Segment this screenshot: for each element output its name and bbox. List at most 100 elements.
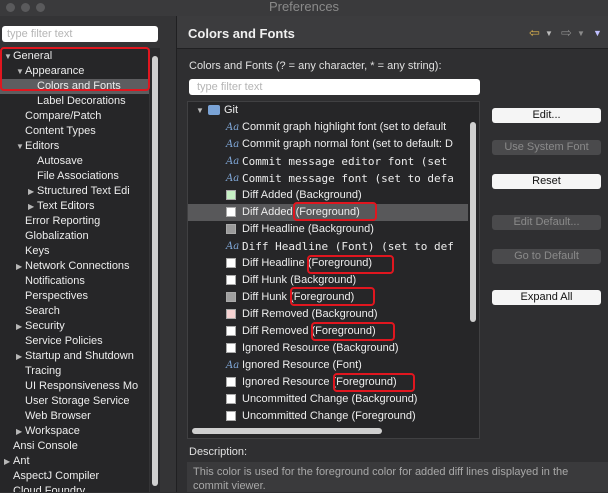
color-preference-row[interactable]: Diff Hunk (Foreground) [188, 289, 468, 306]
tree-item[interactable]: Cloud Foundry [0, 484, 85, 492]
tree-item[interactable]: Colors and Fonts [0, 79, 149, 94]
color-preference-row[interactable]: Diff Removed (Background) [188, 306, 468, 323]
sidebar-scroll-thumb[interactable] [152, 56, 158, 486]
expand-arrow-icon[interactable]: ▼ [196, 102, 204, 119]
expand-all-button[interactable]: Expand All [492, 290, 601, 305]
font-preference-row[interactable]: Aa Commit message editor font (set [188, 153, 468, 170]
tree-item-label: Service Policies [25, 335, 103, 347]
colors-filter-input[interactable]: type filter text [189, 79, 480, 95]
preferences-filter-input[interactable]: type filter text [2, 26, 158, 42]
tree-item[interactable]: Notifications [0, 274, 85, 289]
color-preference-row[interactable]: Diff Added (Foreground) [188, 204, 468, 221]
color-preference-row[interactable]: Ignored Resource (Background) [188, 340, 468, 357]
tree-item-label: Search [25, 305, 60, 317]
tree-item[interactable]: Perspectives [0, 289, 88, 304]
collapsed-arrow-icon[interactable]: ▶ [28, 199, 37, 214]
tree-item[interactable]: Error Reporting [0, 214, 100, 229]
tree-item[interactable]: ▼General [0, 49, 52, 64]
use-system-font-button[interactable]: Use System Font [492, 140, 601, 155]
tree-item[interactable]: AspectJ Compiler [0, 469, 99, 484]
minimize-window-button[interactable] [21, 3, 30, 12]
tree-item[interactable]: File Associations [0, 169, 119, 184]
list-horizontal-scrollbar[interactable] [188, 426, 479, 436]
tree-item[interactable]: User Storage Service [0, 394, 130, 409]
color-preference-row[interactable]: Diff Removed (Foreground) [188, 323, 468, 340]
view-menu-icon[interactable]: ▼ [593, 28, 602, 38]
font-preference-row[interactable]: Aa Commit message font (set to defa [188, 170, 468, 187]
forward-menu-chevron-icon[interactable]: ▼ [577, 29, 585, 38]
tree-item[interactable]: UI Responsiveness Mo [0, 379, 138, 394]
tree-item[interactable]: Search [0, 304, 60, 319]
zoom-window-button[interactable] [36, 3, 45, 12]
close-window-button[interactable] [6, 3, 15, 12]
expanded-arrow-icon[interactable]: ▼ [16, 64, 25, 79]
tree-item[interactable]: ▶ Security [0, 319, 65, 334]
tree-item[interactable]: ▼Editors [0, 139, 59, 154]
font-preference-row[interactable]: Aa Ignored Resource (Font) [188, 357, 468, 374]
tree-item-label: Label Decorations [37, 95, 126, 107]
expanded-arrow-icon[interactable]: ▼ [16, 139, 25, 154]
tree-item[interactable]: Web Browser [0, 409, 91, 424]
tree-item-label: Structured Text Edi [37, 185, 130, 197]
color-preference-row[interactable]: Uncommitted Change (Background) [188, 391, 468, 408]
preference-label: Diff Removed (Background) [242, 308, 378, 320]
back-icon[interactable]: ⇦ [529, 25, 540, 41]
category-row-git[interactable]: ▼ Git [188, 102, 468, 119]
collapsed-arrow-icon[interactable]: ▶ [4, 454, 13, 469]
edit-default-button[interactable]: Edit Default... [492, 215, 601, 230]
tree-item[interactable]: Service Policies [0, 334, 103, 349]
tree-item[interactable]: ▶ Startup and Shutdown [0, 349, 134, 364]
tree-item[interactable]: Compare/Patch [0, 109, 101, 124]
color-preference-row[interactable]: Ignored Resource (Foreground) [188, 374, 468, 391]
tree-item[interactable]: Ansi Console [0, 439, 78, 454]
page-header: Colors and Fonts ⇦ ▼ ⇨ ▼ ▼ [177, 16, 608, 49]
tree-item[interactable]: Keys [0, 244, 49, 259]
color-swatch-icon [226, 309, 236, 319]
color-preference-row[interactable]: Uncommitted Change (Foreground) [188, 408, 468, 425]
preference-label: Commit message font (set to defa [242, 172, 454, 185]
list-scrollbar[interactable] [469, 122, 477, 372]
color-preference-row[interactable]: Diff Headline (Foreground) [188, 255, 468, 272]
tree-item[interactable]: ▶ Network Connections [0, 259, 130, 274]
tree-item[interactable]: Autosave [0, 154, 83, 169]
color-preference-row[interactable]: Diff Hunk (Background) [188, 272, 468, 289]
reset-button[interactable]: Reset [492, 174, 601, 189]
color-swatch-icon [226, 411, 236, 421]
go-to-default-button[interactable]: Go to Default [492, 249, 601, 264]
back-menu-chevron-icon[interactable]: ▼ [545, 29, 553, 38]
sidebar-scrollbar[interactable] [150, 48, 160, 492]
preferences-sidebar: type filter text ▼General ▼Appearance Colo… [0, 16, 177, 492]
color-swatch-icon [226, 326, 236, 336]
tree-item-label: Ansi Console [13, 440, 78, 452]
font-icon: Aa [226, 360, 240, 371]
color-swatch-icon [226, 258, 236, 268]
list-hscroll-thumb[interactable] [192, 428, 382, 434]
collapsed-arrow-icon[interactable]: ▶ [28, 184, 37, 199]
tree-item[interactable]: Label Decorations [0, 94, 126, 109]
forward-icon[interactable]: ⇨ [561, 25, 572, 41]
font-icon: Aa [226, 241, 240, 252]
color-preference-row[interactable]: Diff Headline (Background) [188, 221, 468, 238]
font-preference-row[interactable]: Aa Commit graph highlight font (set to de… [188, 119, 468, 136]
expanded-arrow-icon[interactable]: ▼ [4, 49, 13, 64]
collapsed-arrow-icon[interactable]: ▶ [16, 424, 25, 439]
tree-item[interactable]: Content Types [0, 124, 96, 139]
color-preference-row[interactable]: Diff Added (Background) [188, 187, 468, 204]
tree-item[interactable]: ▶ Workspace [0, 424, 80, 439]
color-swatch-icon [226, 224, 236, 234]
tree-item[interactable]: ▶ Ant [0, 454, 30, 469]
tree-item[interactable]: Tracing [0, 364, 61, 379]
color-swatch-icon [226, 394, 236, 404]
font-preference-row[interactable]: Aa Commit graph normal font (set to defau… [188, 136, 468, 153]
collapsed-arrow-icon[interactable]: ▶ [16, 349, 25, 364]
tree-item[interactable]: ▶ Text Editors [0, 199, 94, 214]
tree-item[interactable]: ▶ Structured Text Edi [0, 184, 130, 199]
list-scroll-thumb[interactable] [470, 122, 476, 322]
tree-item[interactable]: Globalization [0, 229, 89, 244]
colors-fonts-tree: ▼ Git Aa Commit graph highlight font (set… [187, 101, 480, 439]
collapsed-arrow-icon[interactable]: ▶ [16, 259, 25, 274]
tree-item[interactable]: ▼Appearance [0, 64, 84, 79]
collapsed-arrow-icon[interactable]: ▶ [16, 319, 25, 334]
edit-button[interactable]: Edit... [492, 108, 601, 123]
font-preference-row[interactable]: Aa Diff Headline (Font) (set to def [188, 238, 468, 255]
